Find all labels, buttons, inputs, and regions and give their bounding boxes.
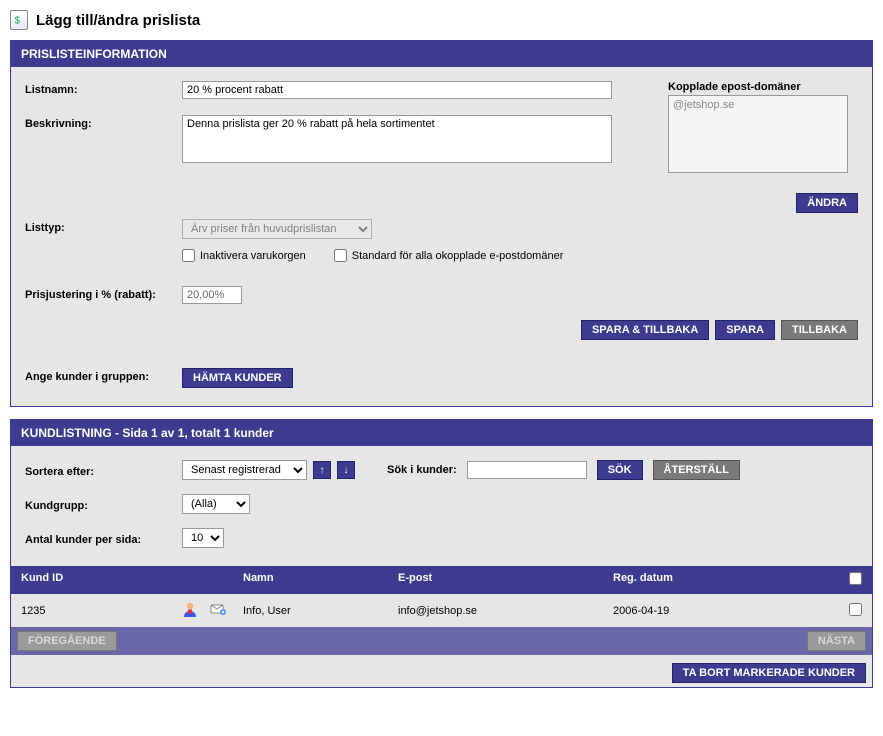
input-price-adjust [182, 286, 242, 304]
panel-info: PRISLISTEINFORMATION Listnamn: Beskrivni… [10, 40, 873, 407]
user-icon[interactable] [181, 600, 199, 621]
sort-desc-icon[interactable]: ↓ [337, 461, 355, 479]
label-search: Sök i kunder: [387, 464, 457, 476]
cell-id: 1235 [21, 605, 181, 617]
mail-icon[interactable] [209, 600, 227, 621]
checkbox-inactivate-cart[interactable]: Inaktivera varukorgen [182, 249, 306, 262]
checkbox-default-unlinked-input[interactable] [334, 249, 347, 262]
document-money-icon: $ [10, 10, 28, 30]
page-title: Lägg till/ändra prislista [36, 12, 200, 29]
select-listtype[interactable]: Ärv priser från huvudprislistan [182, 219, 372, 239]
label-listtype: Listtyp: [25, 219, 170, 234]
label-assign-group: Ange kunder i gruppen: [25, 368, 170, 383]
email-domains-box[interactable]: @jetshop.se [668, 95, 848, 173]
prev-button[interactable]: FÖREGÅENDE [17, 631, 117, 651]
search-button[interactable]: SÖK [597, 460, 643, 480]
next-button[interactable]: NÄSTA [807, 631, 866, 651]
input-listname[interactable] [182, 81, 612, 99]
search-input[interactable] [467, 461, 587, 479]
sort-asc-icon[interactable]: ↑ [313, 461, 331, 479]
panel-listing: KUNDLISTNING - Sida 1 av 1, totalt 1 kun… [10, 419, 873, 688]
save-back-button[interactable]: SPARA & TILLBAKA [581, 320, 709, 340]
checkbox-select-all[interactable] [849, 572, 862, 585]
save-button[interactable]: SPARA [715, 320, 775, 340]
panel-listing-header: KUNDLISTNING - Sida 1 av 1, totalt 1 kun… [11, 420, 872, 446]
label-sort-by: Sortera efter: [25, 463, 170, 478]
label-per-page: Antal kunder per sida: [25, 531, 170, 546]
fetch-customers-button[interactable]: HÄMTA KUNDER [182, 368, 293, 388]
label-description: Beskrivning: [25, 115, 170, 130]
select-customer-group[interactable]: (Alla) [182, 494, 250, 514]
change-button[interactable]: ÄNDRA [796, 193, 858, 213]
table-header: Kund ID Namn E-post Reg. datum [11, 566, 872, 594]
cell-regdate: 2006-04-19 [613, 605, 838, 617]
back-button[interactable]: TILLBAKA [781, 320, 858, 340]
label-customer-group: Kundgrupp: [25, 497, 170, 512]
page-header: $ Lägg till/ändra prislista [10, 10, 873, 30]
cell-name: Info, User [243, 605, 398, 617]
col-header-regdate: Reg. datum [613, 572, 838, 588]
select-per-page[interactable]: 10 [182, 528, 224, 548]
textarea-description[interactable]: Denna prislista ger 20 % rabatt på hela … [182, 115, 612, 163]
pager-bar: FÖREGÅENDE NÄSTA [11, 627, 872, 655]
label-price-adjust: Prisjustering i % (rabatt): [25, 286, 170, 301]
svg-text:$: $ [15, 16, 21, 27]
col-header-name: Namn [243, 572, 398, 588]
checkbox-inactivate-cart-input[interactable] [182, 249, 195, 262]
panel-info-header: PRISLISTEINFORMATION [11, 41, 872, 67]
col-header-id: Kund ID [21, 572, 181, 588]
table-row: 1235 Info, User info@jetshop.se 2006-04-… [11, 594, 872, 627]
select-sort-by[interactable]: Senast registrerad [182, 460, 307, 480]
label-listname: Listnamn: [25, 81, 170, 96]
reset-button[interactable]: ÅTERSTÄLL [653, 460, 740, 480]
delete-marked-button[interactable]: TA BORT MARKERADE KUNDER [672, 663, 866, 683]
cell-email: info@jetshop.se [398, 605, 613, 617]
col-header-email: E-post [398, 572, 613, 588]
checkbox-row[interactable] [849, 603, 862, 616]
checkbox-default-unlinked[interactable]: Standard för alla okopplade e-postdomäne… [334, 249, 564, 262]
label-email-domains: Kopplade epost-domäner [668, 81, 858, 93]
